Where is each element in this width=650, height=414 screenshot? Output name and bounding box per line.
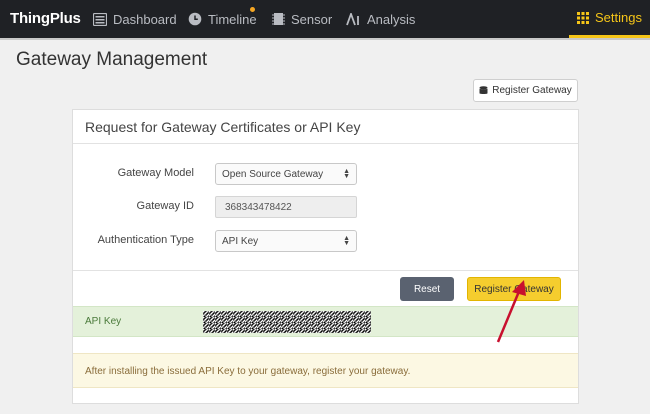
nav-item-dashboard[interactable]: Dashboard bbox=[93, 0, 177, 38]
panel-title: Request for Gateway Certificates or API … bbox=[85, 119, 361, 135]
nav-item-timeline[interactable]: Timeline bbox=[188, 0, 257, 38]
register-gateway-button-label: Register Gateway bbox=[492, 85, 572, 96]
panel-divider bbox=[73, 143, 578, 144]
nav-item-analysis[interactable]: Analysis bbox=[346, 0, 415, 38]
database-icon bbox=[479, 86, 488, 94]
reset-button[interactable]: Reset bbox=[400, 277, 454, 301]
nav-label-dashboard: Dashboard bbox=[113, 11, 177, 27]
brand-logo[interactable]: ThingPlus bbox=[10, 10, 81, 27]
gateway-model-value: Open Source Gateway bbox=[222, 168, 324, 180]
select-arrows-icon: ▲ ▼ bbox=[343, 235, 350, 247]
gateway-request-panel: Request for Gateway Certificates or API … bbox=[72, 109, 579, 404]
nav-item-sensor[interactable]: Sensor bbox=[272, 0, 332, 38]
select-arrows-icon: ▲ ▼ bbox=[343, 168, 350, 180]
gateway-model-select[interactable]: Open Source Gateway ▲ ▼ bbox=[215, 163, 357, 185]
clock-icon bbox=[188, 12, 202, 26]
chip-icon bbox=[272, 13, 285, 25]
gateway-id-value: 368343478422 bbox=[225, 201, 292, 213]
authentication-type-label: Authentication Type bbox=[97, 234, 194, 246]
actions-divider bbox=[73, 270, 578, 271]
notification-dot bbox=[250, 7, 255, 12]
register-gateway-button[interactable]: Register Gateway bbox=[473, 79, 578, 102]
nav-label-settings: Settings bbox=[595, 10, 642, 25]
nav-label-analysis: Analysis bbox=[367, 11, 416, 27]
info-text: After installing the issued API Key to y… bbox=[85, 366, 411, 377]
gateway-model-label: Gateway Model bbox=[117, 167, 194, 179]
nav-label-sensor: Sensor bbox=[291, 11, 333, 27]
annotation-arrow-icon bbox=[496, 280, 526, 343]
api-key-redacted-value bbox=[203, 311, 371, 333]
gateway-id-label: Gateway ID bbox=[136, 200, 194, 212]
dashboard-icon bbox=[93, 12, 107, 26]
api-key-label: API Key bbox=[85, 316, 122, 327]
authentication-type-value: API Key bbox=[222, 235, 259, 247]
gateway-id-field[interactable]: 368343478422 bbox=[215, 196, 357, 218]
authentication-type-select[interactable]: API Key ▲ ▼ bbox=[215, 230, 357, 252]
top-navigation-bar: ThingPlus Dashboard Timeline Sensor Anal… bbox=[0, 0, 650, 40]
info-alert: After installing the issued API Key to y… bbox=[73, 353, 578, 388]
grid-icon bbox=[577, 11, 589, 24]
nav-label-timeline: Timeline bbox=[208, 11, 257, 27]
page-title: Gateway Management bbox=[16, 49, 208, 70]
analysis-icon bbox=[346, 12, 359, 25]
nav-item-settings[interactable]: Settings bbox=[569, 0, 650, 38]
